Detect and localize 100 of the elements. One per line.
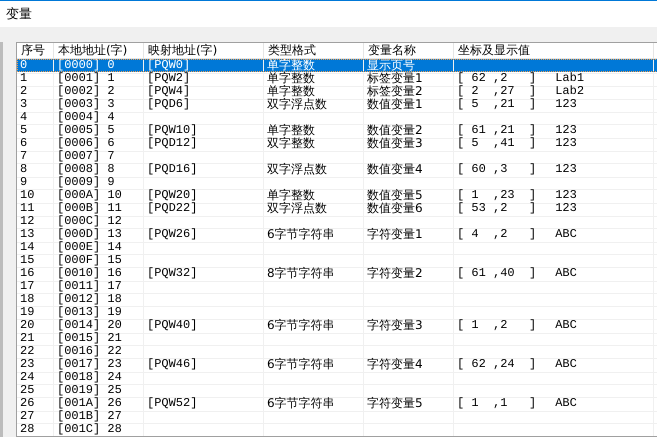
table-row[interactable]: 16 [0010] 16 [PQW32] 8字节字符串 字符变量2 [ 61 ,40 ] ABC: [17, 267, 657, 280]
table-row[interactable]: 22 [0016] 22: [17, 345, 657, 358]
table-cell: 8: [20, 163, 28, 176]
table-cell: [PQD12]: [147, 137, 198, 150]
table-cell: [000D] 13: [57, 228, 122, 241]
table-row[interactable]: 8 [0008] 8 [PQD16] 双字浮点数 数值变量4 [ 60 ,3 ] 123: [17, 163, 657, 176]
table-cell: [001A] 26: [57, 397, 122, 410]
table-cell: [PQW0]: [147, 59, 190, 72]
table-row[interactable]: 26 [001A] 26 [PQW52] 6字节字符串 字符变量5 [ 1 ,1 ] ABC: [17, 397, 657, 410]
table-cell: 26: [20, 397, 34, 410]
table-row[interactable]: 4 [0004] 4: [17, 111, 657, 124]
table-cell: [0008] 8: [57, 163, 115, 176]
table-cell: 数值变量2: [367, 124, 423, 137]
table-cell: 12: [20, 215, 34, 228]
table-row[interactable]: 10 [000A] 10 [PQW20] 单字整数 数值变量5 [ 1 ,23 ] 123: [17, 189, 657, 202]
coordinate-text: [ 61 ,40 ]: [457, 267, 536, 280]
table-cell: [0018] 24: [57, 371, 122, 384]
table-cell: 27: [20, 410, 34, 423]
display-value: 123: [555, 163, 577, 176]
table-cell: 标签变量1: [367, 72, 423, 85]
coordinate-text: [ 53 ,2 ]: [457, 202, 536, 215]
table-cell: 字符变量4: [367, 358, 423, 371]
column-header[interactable]: 坐标及显示值: [458, 43, 530, 58]
table-row[interactable]: 13 [000D] 13 [PQW26] 6字节字符串 字符变量1 [ 4 ,2 ] ABC: [17, 228, 657, 241]
table-cell: 字符变量2: [367, 267, 423, 280]
table-row[interactable]: 17 [0011] 17: [17, 280, 657, 293]
table-cell: [000A] 10: [57, 189, 122, 202]
coordinate-text: [ 5 ,21 ]: [457, 98, 536, 111]
table-row[interactable]: 12 [000C] 12: [17, 215, 657, 228]
table-cell: [0009] 9: [57, 176, 115, 189]
table-cell: 3: [20, 98, 28, 111]
table-cell: [000C] 12: [57, 215, 122, 228]
table-cell: [0015] 21: [57, 332, 122, 345]
table-cell: 7: [20, 150, 28, 163]
table-cell: [0013] 19: [57, 306, 122, 319]
coordinate-text: [ 1 ,2 ]: [457, 319, 536, 332]
table-cell: 标签变量2: [367, 85, 423, 98]
table-cell: 24: [20, 371, 34, 384]
table-row[interactable]: 5 [0005] 5 [PQW10] 单字整数 数值变量2 [ 61 ,21 ] 123: [17, 124, 657, 137]
table-cell: 21: [20, 332, 34, 345]
coordinate-text: [ 1 ,23 ]: [457, 189, 536, 202]
table-row[interactable]: 11 [000B] 11 [PQD22] 双字浮点数 数值变量6 [ 53 ,2 ] 123: [17, 202, 657, 215]
table-row[interactable]: 3 [0003] 3 [PQD6] 双字浮点数 数值变量1 [ 5 ,21 ] 123: [17, 98, 657, 111]
table-row[interactable]: 20 [0014] 20 [PQW40] 6字节字符串 字符变量3 [ 1 ,2 ] ABC: [17, 319, 657, 332]
table-row[interactable]: 21 [0015] 21: [17, 332, 657, 345]
coordinate-text: [ 62 ,24 ]: [457, 358, 536, 371]
table-row[interactable]: 18 [0012] 18: [17, 293, 657, 306]
table-row[interactable]: 1 [0001] 1 [PQW2] 单字整数 标签变量1 [ 62 ,2 ] Lab1: [17, 72, 657, 85]
table-cell: [0011] 17: [57, 280, 122, 293]
display-value: Lab1: [555, 72, 584, 85]
column-header[interactable]: 本地地址(字): [58, 43, 128, 58]
table-cell: [001C] 28: [57, 423, 122, 436]
table-cell: 4: [20, 111, 28, 124]
table-cell: 单字整数: [267, 124, 315, 137]
table-cell: 6字节字符串: [267, 358, 335, 371]
table-row[interactable]: 24 [0018] 24: [17, 371, 657, 384]
display-value: ABC: [555, 397, 577, 410]
table-row[interactable]: 15 [000F] 15: [17, 254, 657, 267]
table-cell: 双字浮点数: [267, 163, 327, 176]
table-cell: 25: [20, 384, 34, 397]
column-header[interactable]: 序号: [21, 43, 45, 58]
table-cell: 单字整数: [267, 59, 315, 72]
column-header[interactable]: 类型格式: [268, 43, 316, 58]
display-value: 123: [555, 202, 577, 215]
table-cell: 数值变量3: [367, 137, 423, 150]
table-cell: [PQW2]: [147, 72, 190, 85]
coordinate-text: [ 62 ,2 ]: [457, 72, 536, 85]
table-cell: [PQW10]: [147, 124, 198, 137]
table-cell: 双字浮点数: [267, 202, 327, 215]
table-cell: [001B] 27: [57, 410, 122, 423]
table-cell: [0012] 18: [57, 293, 122, 306]
table-row[interactable]: 25 [0019] 25: [17, 384, 657, 397]
table-cell: [PQD22]: [147, 202, 198, 215]
table-cell: [PQW20]: [147, 189, 198, 202]
table-row[interactable]: 14 [000E] 14: [17, 241, 657, 254]
table-cell: [000B] 11: [57, 202, 122, 215]
coordinate-text: [ 60 ,3 ]: [457, 163, 536, 176]
table-row[interactable]: 2 [0002] 2 [PQW4] 单字整数 标签变量2 [ 2 ,27 ] Lab2: [17, 85, 657, 98]
table-row[interactable]: 9 [0009] 9: [17, 176, 657, 189]
coordinate-text: [ 61 ,21 ]: [457, 124, 536, 137]
display-value: 123: [555, 137, 577, 150]
table-cell: [0004] 4: [57, 111, 115, 124]
table-row[interactable]: 23 [0017] 23 [PQW46] 6字节字符串 字符变量4 [ 62 ,24 ] ABC: [17, 358, 657, 371]
display-value: ABC: [555, 267, 577, 280]
display-value: 123: [555, 189, 577, 202]
column-header[interactable]: 变量名称: [368, 43, 416, 58]
table-cell: [0002] 2: [57, 85, 115, 98]
table-cell: [0005] 5: [57, 124, 115, 137]
table-row[interactable]: 19 [0013] 19: [17, 306, 657, 319]
table-row[interactable]: 6 [0006] 6 [PQD12] 双字整数 数值变量3 [ 5 ,41 ] 123: [17, 137, 657, 150]
window-title: 变量: [6, 6, 32, 23]
table-row[interactable]: 7 [0007] 7: [17, 150, 657, 163]
table-cell: [0003] 3: [57, 98, 115, 111]
table-cell: [0016] 22: [57, 345, 122, 358]
table-cell: 单字整数: [267, 72, 315, 85]
table-cell: 9: [20, 176, 28, 189]
table-row[interactable]: 27 [001B] 27: [17, 410, 657, 423]
table-row[interactable]: 28 [001C] 28: [17, 423, 657, 436]
column-header[interactable]: 映射地址(字): [148, 43, 218, 58]
table-cell: 6字节字符串: [267, 397, 335, 410]
